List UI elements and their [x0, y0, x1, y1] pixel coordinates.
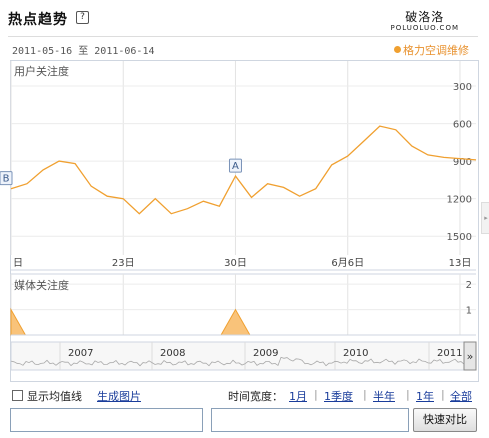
x-tick-label: 23日 [112, 258, 135, 269]
timeline-year-label: 2010 [343, 348, 368, 359]
user-chart-area: 15001200900600300日 23日 30日 6月6日 13日BA [0, 61, 477, 271]
x-tick-label: 6月6日 [331, 257, 364, 269]
y-tick-label: 2 [466, 280, 472, 291]
y-tick-label: 1200 [447, 195, 472, 206]
x-tick-label: 13日 [449, 258, 472, 269]
quick-compare-button[interactable]: 快速对比 [413, 408, 477, 432]
expand-tab[interactable]: ▸ [481, 202, 489, 234]
timeline-area: 2007 2008 2009 2010 2011 » [10, 341, 477, 371]
timeline-year-label: 2009 [253, 348, 278, 359]
media-spike [10, 307, 27, 336]
timeline-year-label: 2011 [437, 348, 462, 359]
time-width-label: 时间宽度： [228, 390, 283, 403]
y-tick-label: 1500 [447, 232, 472, 243]
timeline-year-label: 2007 [68, 348, 93, 359]
annotation-marker-label: B [3, 174, 10, 185]
y-tick-label: 300 [453, 82, 472, 93]
keyword-input-1[interactable] [10, 408, 203, 432]
user-chart-label: 用户关注度 [14, 65, 69, 78]
range-1-year[interactable]: 1年 [416, 388, 434, 404]
y-tick-label: 1 [466, 306, 472, 317]
timeline-year-label: 2008 [160, 348, 185, 359]
show-average-label[interactable]: 显示均值线 [27, 388, 82, 404]
range-all[interactable]: 全部 [450, 388, 472, 404]
annotation-marker-label: A [232, 161, 239, 172]
range-separator: | [314, 388, 318, 401]
trend-chart[interactable]: 15001200900600300日 23日 30日 6月6日 13日BA 21 200… [0, 0, 489, 438]
range-half-year[interactable]: 半年 [373, 388, 395, 404]
x-tick-label: 日 [13, 258, 23, 269]
timeline-handle-icon[interactable]: » [467, 350, 474, 363]
keyword-input-2[interactable] [211, 408, 409, 432]
media-chart-label: 媒体关注度 [14, 279, 69, 292]
range-separator: | [406, 388, 410, 401]
media-spike [220, 308, 251, 336]
controls-bar: 显示均值线 生成图片 时间宽度： 1月 | 1季度 | 半年 | 1年 | 全部… [0, 382, 489, 438]
range-separator: | [363, 388, 367, 401]
range-separator: | [441, 388, 445, 401]
media-chart-area: 21 [10, 273, 476, 336]
series-line [10, 125, 477, 215]
range-1-month[interactable]: 1月 [289, 388, 307, 404]
y-tick-label: 600 [453, 120, 472, 131]
range-1-quarter[interactable]: 1季度 [324, 388, 353, 404]
x-tick-label: 30日 [224, 258, 247, 269]
show-average-checkbox[interactable] [12, 390, 23, 401]
generate-image-link[interactable]: 生成图片 [97, 388, 141, 404]
